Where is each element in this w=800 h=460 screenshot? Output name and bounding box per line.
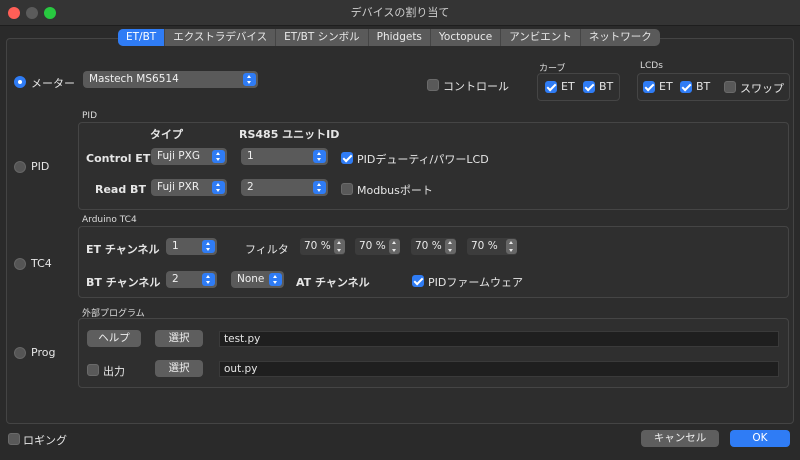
control-et-unit-select[interactable]: 1 — [241, 148, 328, 165]
bt-channel-value: 2 — [172, 273, 179, 285]
lcd-et-label: ET — [659, 80, 673, 93]
chevron-updown-icon — [243, 73, 256, 86]
at-channel-label: AT チャンネル — [296, 276, 370, 289]
at-channel-value: None — [237, 273, 265, 285]
tab-yoctopuce[interactable]: Yoctopuce — [431, 29, 502, 46]
pid-type-header: タイプ — [150, 128, 183, 141]
control-et-type-select[interactable]: Fuji PXG — [151, 148, 227, 165]
tc4-radio-label: TC4 — [31, 257, 52, 270]
pid-rs485-header: RS485 ユニットID — [239, 128, 340, 141]
meter-radio[interactable] — [14, 76, 26, 88]
control-et-unit-value: 1 — [247, 150, 254, 162]
filter-spinbox-3[interactable]: 70 % — [411, 238, 456, 255]
bt-channel-label: BT チャンネル — [86, 276, 161, 289]
et-channel-select[interactable]: 1 — [166, 238, 217, 255]
prog-radio-label: Prog — [31, 346, 56, 359]
stepper-icon[interactable] — [445, 239, 456, 254]
output-path-field[interactable]: out.py — [219, 361, 779, 377]
control-checkbox[interactable] — [427, 79, 439, 91]
stepper-icon[interactable] — [389, 239, 400, 254]
tab-ambient[interactable]: アンビエント — [501, 29, 581, 46]
control-label: コントロール — [443, 80, 509, 93]
control-et-label: Control ET — [86, 152, 151, 165]
at-channel-select[interactable]: None — [231, 271, 284, 288]
ok-button[interactable]: OK — [730, 430, 790, 447]
meter-select-value: Mastech MS6514 — [89, 73, 179, 85]
read-bt-label: Read BT — [95, 183, 146, 196]
prog-radio[interactable] — [14, 347, 26, 359]
prog-group — [78, 318, 789, 388]
pid-radio-label: PID — [31, 160, 50, 173]
et-channel-label: ET チャンネル — [86, 243, 160, 256]
tab-phidgets[interactable]: Phidgets — [369, 29, 431, 46]
logging-label: ロギング — [23, 434, 67, 447]
output-checkbox[interactable] — [87, 364, 99, 376]
chevron-updown-icon — [313, 181, 326, 194]
pid-group-title: PID — [82, 111, 98, 121]
stepper-icon[interactable] — [334, 239, 345, 254]
chevron-updown-icon — [212, 181, 225, 194]
chevron-updown-icon — [269, 273, 282, 286]
tab-et-bt[interactable]: ET/BT — [118, 29, 166, 46]
pid-duty-lcd-checkbox[interactable] — [341, 152, 353, 164]
filter-spinbox-1[interactable]: 70 % — [300, 238, 345, 255]
filter-label: フィルタ — [245, 243, 289, 256]
tab-bar: ET/BT エクストラデバイス ET/BT シンボル Phidgets Yoct… — [118, 29, 660, 46]
meter-label: メーター — [31, 77, 75, 90]
curve-et-checkbox[interactable] — [545, 81, 557, 93]
chevron-updown-icon — [313, 150, 326, 163]
curve-et-label: ET — [561, 80, 575, 93]
modbus-port-label: Modbusポート — [357, 184, 433, 197]
pid-duty-lcd-label: PIDデューティ/パワーLCD — [357, 153, 489, 166]
filter-spinbox-2[interactable]: 70 % — [355, 238, 400, 255]
pid-firmware-checkbox[interactable] — [412, 275, 424, 287]
modbus-port-checkbox[interactable] — [341, 183, 353, 195]
read-bt-type-select[interactable]: Fuji PXR — [151, 179, 227, 196]
select-program-button[interactable]: 選択 — [155, 330, 203, 347]
filter-spinbox-4[interactable]: 70 % — [467, 238, 517, 255]
bt-channel-select[interactable]: 2 — [166, 271, 217, 288]
curve-bt-checkbox[interactable] — [583, 81, 595, 93]
lcds-group-title: LCDs — [640, 61, 663, 71]
stepper-icon[interactable] — [506, 239, 517, 254]
chevron-updown-icon — [202, 273, 215, 286]
meter-select[interactable]: Mastech MS6514 — [83, 71, 258, 88]
program-path-field[interactable]: test.py — [219, 331, 779, 347]
read-bt-type-value: Fuji PXR — [157, 181, 200, 193]
lcd-swap-checkbox[interactable] — [724, 81, 736, 93]
lcd-swap-label: スワップ — [740, 82, 784, 95]
tab-extra-devices[interactable]: エクストラデバイス — [165, 29, 277, 46]
select-output-button[interactable]: 選択 — [155, 360, 203, 377]
read-bt-unit-select[interactable]: 2 — [241, 179, 328, 196]
logging-checkbox[interactable] — [8, 433, 20, 445]
control-et-type-value: Fuji PXG — [157, 150, 200, 162]
pid-firmware-label: PIDファームウェア — [428, 276, 524, 289]
tc4-radio[interactable] — [14, 258, 26, 270]
pid-radio[interactable] — [14, 161, 26, 173]
chevron-updown-icon — [202, 240, 215, 253]
filter-value-4: 70 % — [471, 240, 498, 252]
et-channel-value: 1 — [172, 240, 179, 252]
read-bt-unit-value: 2 — [247, 181, 254, 193]
filter-value-2: 70 % — [359, 240, 386, 252]
filter-value-3: 70 % — [415, 240, 442, 252]
lcd-bt-label: BT — [696, 80, 711, 93]
cancel-button[interactable]: キャンセル — [641, 430, 719, 447]
tab-et-bt-symbols[interactable]: ET/BT シンボル — [276, 29, 369, 46]
lcd-et-checkbox[interactable] — [643, 81, 655, 93]
title-bar: デバイスの割り当て — [0, 0, 800, 26]
chevron-updown-icon — [212, 150, 225, 163]
window-title: デバイスの割り当て — [350, 6, 450, 19]
output-label: 出力 — [103, 365, 125, 378]
lcd-bt-checkbox[interactable] — [680, 81, 692, 93]
filter-value-1: 70 % — [304, 240, 331, 252]
curve-bt-label: BT — [599, 80, 614, 93]
tc4-group-title: Arduino TC4 — [82, 215, 137, 225]
tab-network[interactable]: ネットワーク — [581, 29, 660, 46]
help-button[interactable]: ヘルプ — [87, 330, 141, 347]
